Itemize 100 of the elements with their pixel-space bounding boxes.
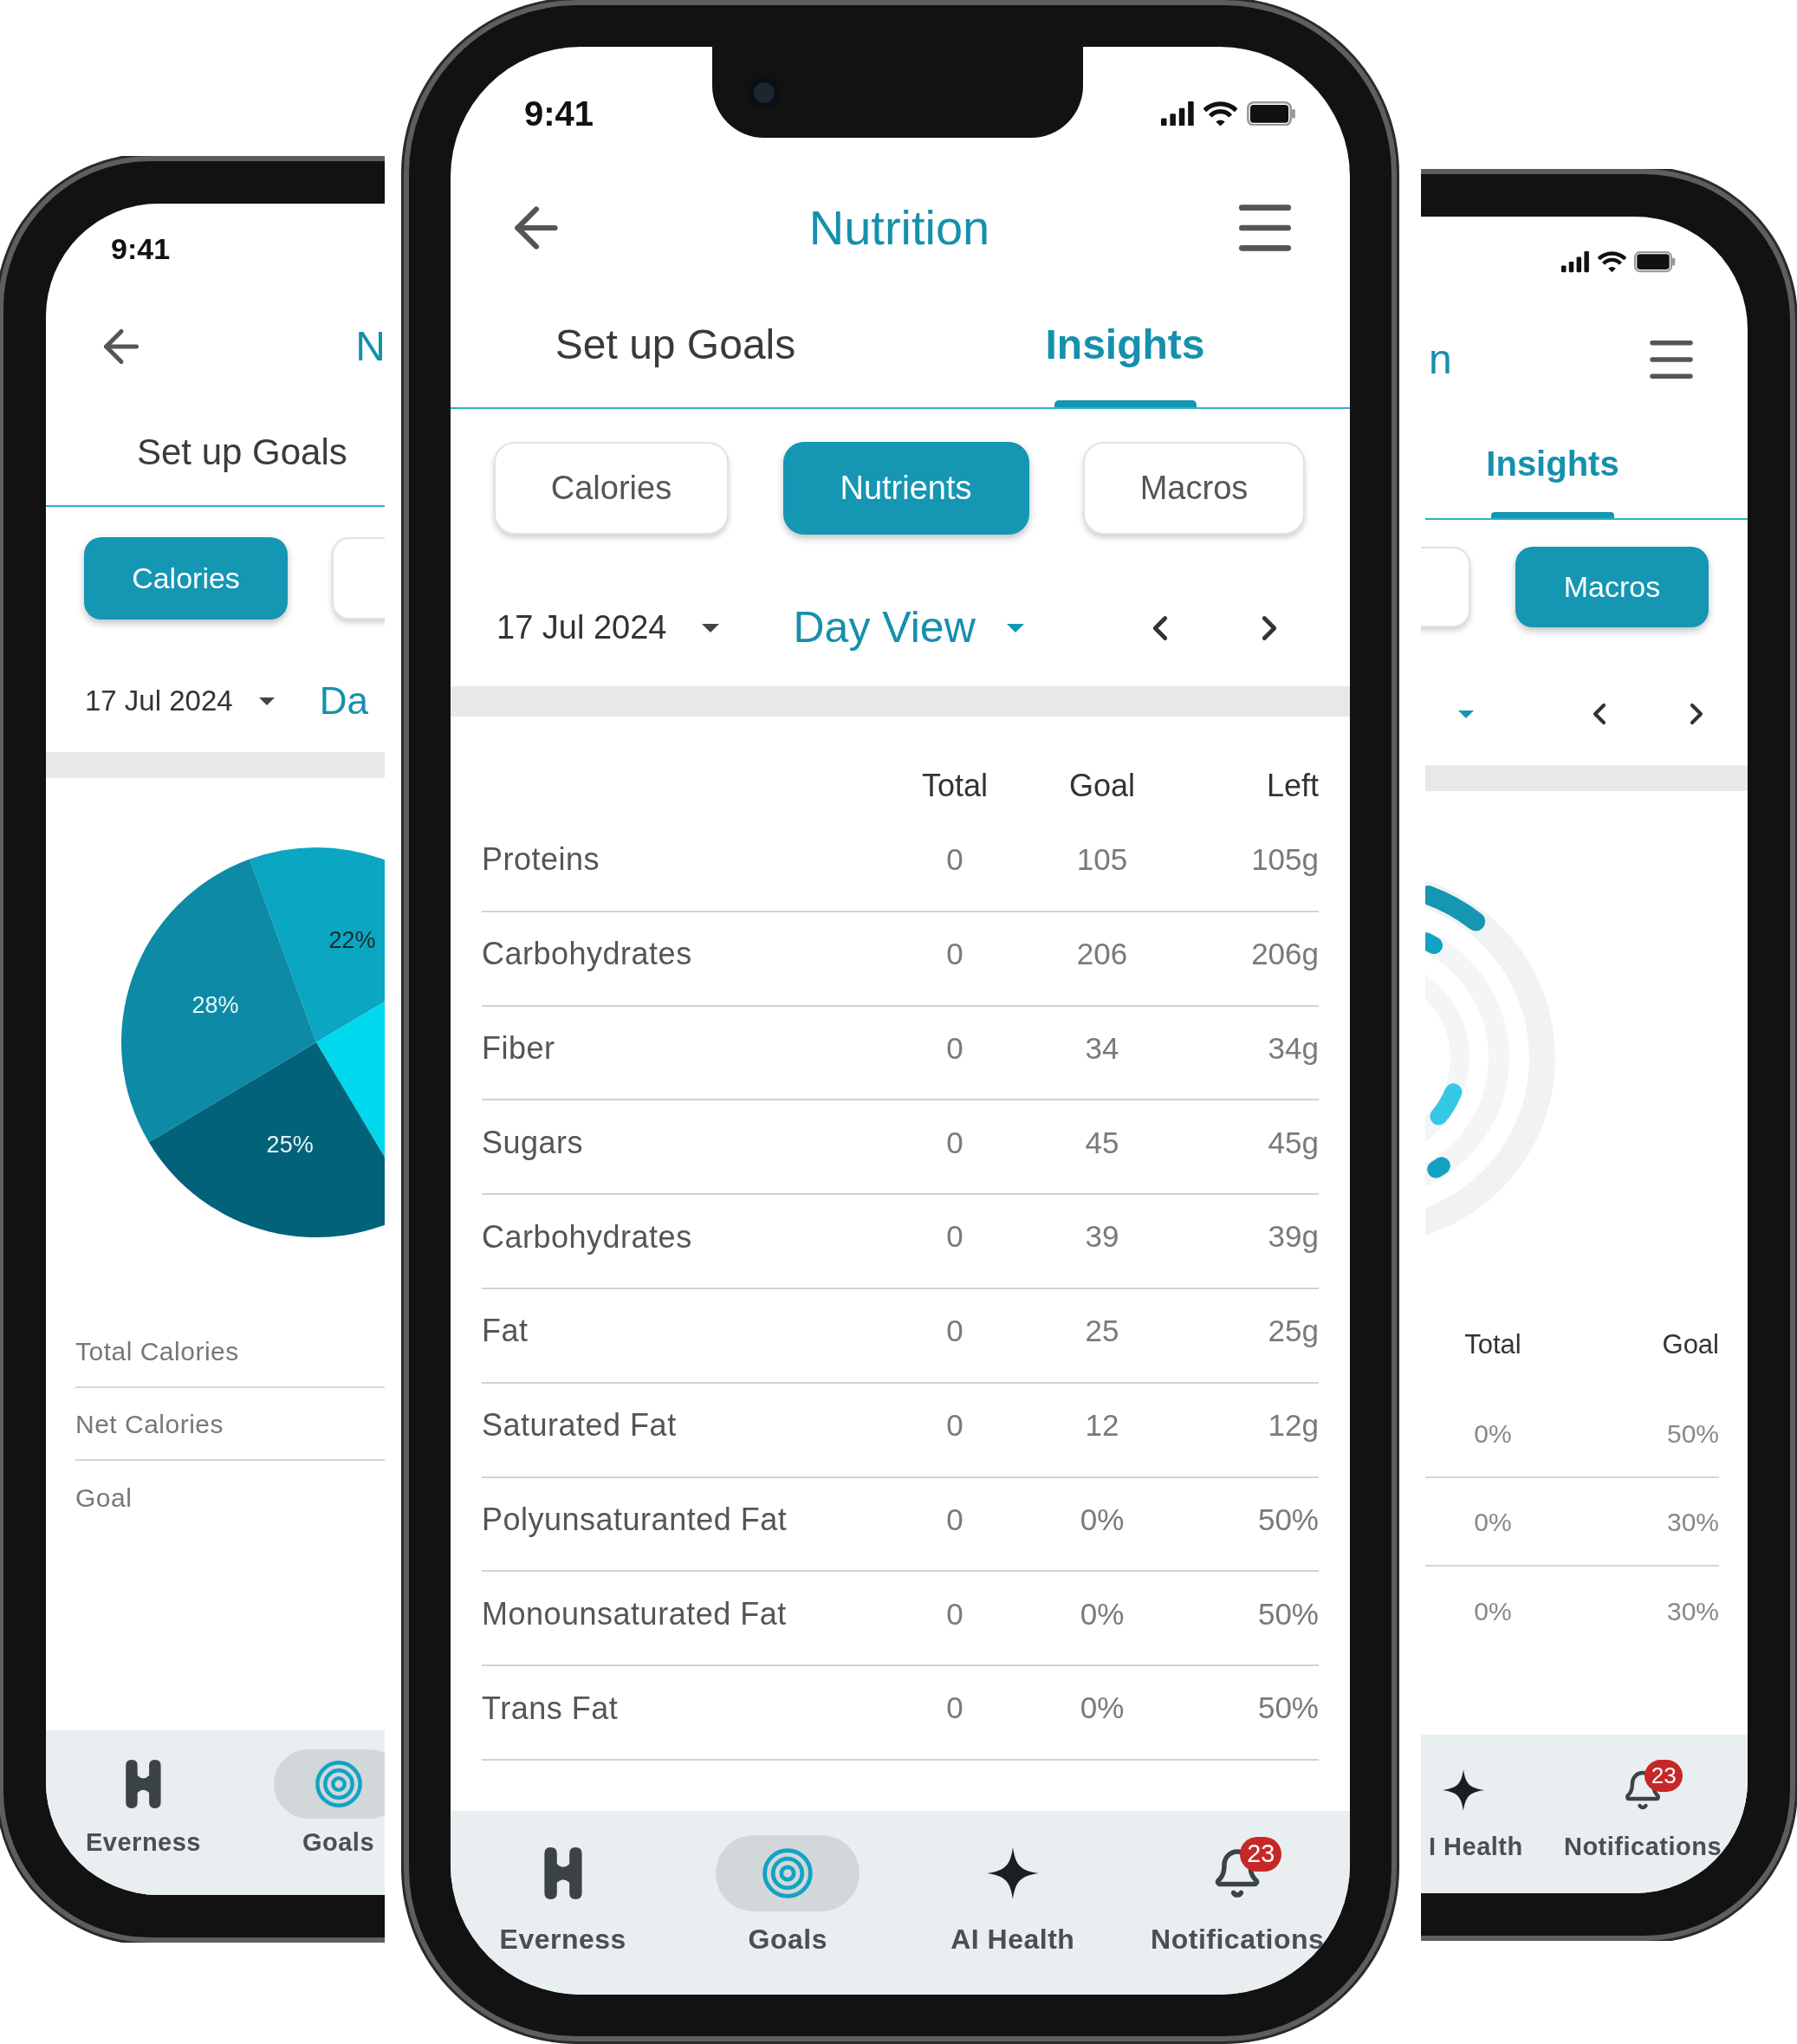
tab[interactable]: Insights xyxy=(1470,412,1635,518)
filter-button[interactable]: Macros xyxy=(1083,442,1305,535)
table-cell-text: 0 xyxy=(946,1690,963,1727)
table-cell-text: 0 xyxy=(946,1595,963,1632)
view-selector[interactable]: Da xyxy=(319,672,368,730)
table-cell-text: 206g xyxy=(1251,935,1319,972)
nutrient-name: Fiber xyxy=(482,1029,556,1067)
signal-icon xyxy=(1161,101,1196,127)
table-cell-text: 25 xyxy=(1085,1313,1119,1350)
table-cell-text: 0% xyxy=(1080,1501,1125,1538)
table-cell-text: 34g xyxy=(1268,1029,1319,1067)
notification-badge: 23 xyxy=(1240,1836,1282,1872)
nav-item[interactable]: 23 Notifications xyxy=(1543,1759,1742,1866)
nav-label: Notifications xyxy=(1151,1923,1325,1956)
column-header: Left xyxy=(1266,767,1319,805)
column-header: Goal xyxy=(1662,1327,1719,1361)
tab[interactable]: Set up Goals xyxy=(451,276,900,407)
status-time: 9:41 xyxy=(524,94,594,134)
sparkle-icon xyxy=(1443,1769,1484,1811)
table-cell-text: 0% xyxy=(1474,1506,1512,1538)
target-icon xyxy=(314,1760,363,1808)
tab[interactable]: Insights xyxy=(900,276,1350,407)
table-cell-text: 45g xyxy=(1268,1124,1319,1161)
table-cell-text: 45 xyxy=(1085,1124,1119,1161)
table-cell-text: 39g xyxy=(1268,1218,1319,1256)
nutrient-name: Saturated Fat xyxy=(482,1406,678,1445)
nav-item[interactable]: 23 Notifications xyxy=(1125,1835,1350,1960)
table-cell-text: 34 xyxy=(1085,1029,1119,1067)
table-cell-text: 0 xyxy=(946,1313,963,1350)
filter-button[interactable]: Calories xyxy=(494,442,729,535)
table-cell-text: 0 xyxy=(946,1501,963,1538)
wifi-icon xyxy=(1597,251,1626,273)
table-cell-text: 50% xyxy=(1257,1501,1319,1538)
logo-icon xyxy=(542,1847,584,1899)
column-header: Total xyxy=(921,767,988,805)
nutrient-name: Carbohydrates xyxy=(482,935,693,974)
date-picker[interactable]: 17 Jul 2024 xyxy=(85,679,233,723)
screen-title: Nutrition xyxy=(808,199,990,256)
nav-label: Everness xyxy=(499,1923,626,1956)
nav-label: I Health xyxy=(1429,1832,1523,1862)
table-cell-text: 0 xyxy=(946,1218,963,1256)
slice-label: 28% xyxy=(191,991,239,1018)
notification-badge: 23 xyxy=(1645,1760,1683,1792)
table-cell-text: 0 xyxy=(946,841,963,879)
table-cell-text: 105g xyxy=(1251,841,1319,879)
nav-item[interactable]: Everness xyxy=(46,1749,241,1862)
nav-label: Goals xyxy=(748,1923,827,1956)
table-cell-text: 12g xyxy=(1268,1406,1319,1444)
table-cell-text: 0% xyxy=(1080,1690,1125,1727)
nav-item[interactable]: AI Health xyxy=(900,1835,1126,1960)
nav-item[interactable]: I Health xyxy=(1425,1759,1538,1866)
table-cell-text: 0% xyxy=(1080,1595,1125,1632)
summary-label: Net Calories xyxy=(75,1408,224,1440)
battery-icon xyxy=(1633,251,1676,273)
nutrient-name: Carbohydrates xyxy=(482,1217,693,1256)
table-cell-text: 105 xyxy=(1076,841,1128,879)
screen-title: n xyxy=(1429,339,1452,380)
table-cell-text: 206 xyxy=(1076,935,1128,972)
battery-icon xyxy=(1246,101,1296,127)
status-time: 9:41 xyxy=(111,231,171,267)
nutrient-name: Trans Fat xyxy=(482,1689,620,1728)
logo-icon xyxy=(124,1760,163,1808)
nav-label: Everness xyxy=(86,1827,201,1858)
nutrient-name: Monounsaturated Fat xyxy=(482,1594,788,1633)
column-header: Total xyxy=(1464,1327,1521,1361)
table-cell-text: 39 xyxy=(1085,1218,1119,1256)
dropdown-caret-icon[interactable] xyxy=(701,623,719,633)
nutrient-name: Sugars xyxy=(482,1123,585,1162)
table-cell-text: 0% xyxy=(1474,1418,1512,1450)
view-selector[interactable]: Day View xyxy=(793,595,976,660)
table-cell-text: 30% xyxy=(1666,1595,1719,1627)
summary-label: Goal xyxy=(75,1482,133,1514)
table-cell-text: 50% xyxy=(1257,1690,1319,1727)
table-cell-text: 0 xyxy=(946,1124,963,1161)
dropdown-caret-icon[interactable] xyxy=(258,697,275,705)
table-cell-text: 25g xyxy=(1268,1313,1319,1350)
slice-label: 25% xyxy=(266,1132,314,1158)
camera-icon xyxy=(749,76,780,108)
table-cell-text: 0 xyxy=(946,935,963,972)
date-picker[interactable]: 17 Jul 2024 xyxy=(496,603,667,652)
signal-icon xyxy=(1561,251,1590,273)
table-cell-text: 0 xyxy=(946,1029,963,1067)
table-cell-text: 12 xyxy=(1085,1406,1119,1444)
table-cell-text: 50% xyxy=(1257,1595,1319,1632)
nutrient-name: Fat xyxy=(482,1312,529,1351)
column-header: Goal xyxy=(1068,767,1135,805)
nutrient-name: Polyunsaturanted Fat xyxy=(482,1500,788,1539)
screen-title: N xyxy=(355,322,385,371)
nav-label: AI Health xyxy=(950,1923,1075,1956)
table-cell-text: 50% xyxy=(1666,1418,1719,1450)
nav-item[interactable]: Goals xyxy=(675,1835,900,1960)
slice-label: 22% xyxy=(328,926,376,953)
wifi-icon xyxy=(1203,101,1238,127)
tab[interactable]: Set up Goals xyxy=(137,425,347,479)
table-cell-text: 30% xyxy=(1666,1506,1719,1538)
nav-item[interactable]: Goals xyxy=(241,1749,385,1862)
table-cell-text: 0% xyxy=(1474,1595,1512,1627)
nav-label: Goals xyxy=(302,1827,375,1858)
nav-item[interactable]: Everness xyxy=(451,1835,676,1960)
target-icon xyxy=(762,1847,814,1899)
